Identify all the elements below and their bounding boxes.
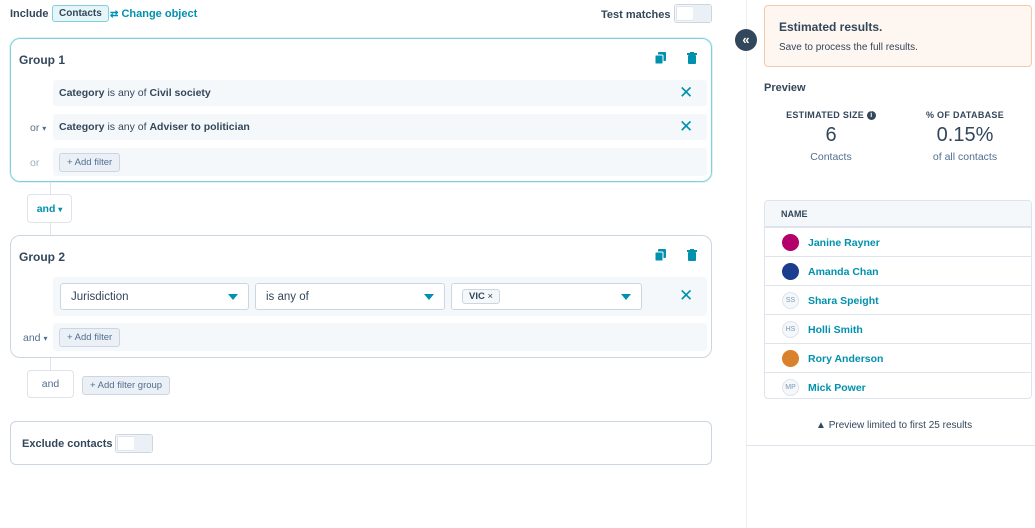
toggle-knob	[676, 6, 694, 21]
toggle-knob	[117, 436, 135, 451]
property-select-value: Jurisdiction	[71, 291, 129, 303]
table-row: HS Holli Smith	[765, 314, 1031, 343]
database-pct-value: 0.15%	[936, 124, 994, 146]
add-filter-row: + Add filter	[53, 323, 707, 351]
table-row: Rory Anderson	[765, 343, 1031, 372]
or-label: or	[30, 157, 40, 169]
divider	[746, 445, 1035, 446]
avatar: SS	[782, 292, 799, 309]
trash-icon[interactable]	[687, 249, 697, 264]
and-button[interactable]: and	[27, 370, 74, 398]
contact-name-link[interactable]: Amanda Chan	[808, 266, 879, 278]
chevron-down-icon	[621, 294, 631, 300]
or-dropdown[interactable]: or ▾	[30, 122, 46, 134]
avatar	[782, 263, 799, 280]
filter-text: Category is any of Civil society	[59, 87, 211, 99]
add-filter-button[interactable]: + Add filter	[59, 153, 121, 172]
group-1-title: Group 1	[19, 53, 66, 67]
property-select[interactable]: Jurisdiction	[60, 283, 249, 310]
value-select[interactable]: VIC ×	[451, 283, 642, 310]
contact-name-link[interactable]: Shara Speight	[808, 295, 879, 307]
object-chip[interactable]: Contacts	[52, 5, 109, 22]
add-filter-row: + Add filter	[53, 148, 707, 176]
copy-icon[interactable]	[654, 249, 666, 264]
connector-line	[50, 182, 51, 194]
estimated-size-stat: ESTIMATED SIZE i 6 Contacts	[764, 110, 898, 163]
add-filter-group-button[interactable]: + Add filter group	[82, 376, 171, 395]
collapse-panel-icon[interactable]: «	[735, 29, 757, 51]
exclude-label: Exclude contacts	[22, 438, 113, 450]
test-matches-label: Test matches	[601, 9, 671, 21]
add-filter-button[interactable]: + Add filter	[59, 328, 121, 347]
and-dropdown[interactable]: and ▾	[23, 332, 47, 344]
value-tag[interactable]: VIC ×	[462, 289, 501, 304]
table-header-name: NAME	[765, 201, 1031, 227]
exclude-section: Exclude contacts	[10, 421, 712, 465]
alert-body: Save to process the full results.	[779, 42, 918, 53]
info-icon[interactable]: i	[866, 111, 876, 121]
filter-row[interactable]: Category is any of Adviser to politician…	[53, 114, 707, 140]
table-row: SS Shara Speight	[765, 285, 1031, 314]
connector-line	[50, 223, 51, 235]
close-icon[interactable]: ✕	[679, 84, 693, 101]
chevron-down-icon: ▾	[58, 205, 63, 214]
contact-name-link[interactable]: Mick Power	[808, 382, 866, 394]
contact-name-link[interactable]: Holli Smith	[808, 324, 863, 336]
alert-title: Estimated results.	[779, 20, 883, 34]
close-icon[interactable]: ✕	[679, 118, 693, 135]
avatar: HS	[782, 321, 799, 338]
database-pct-label: % OF DATABASE	[925, 110, 1005, 120]
chevron-down-icon: ▾	[42, 124, 47, 133]
estimated-size-unit: Contacts	[810, 151, 852, 164]
operator-select-value: is any of	[266, 291, 309, 303]
test-matches-toggle[interactable]	[674, 4, 712, 23]
contact-name-link[interactable]: Rory Anderson	[808, 353, 883, 365]
operator-select[interactable]: is any of	[255, 283, 445, 310]
preview-table: NAME Janine Rayner Amanda Chan SS Shara Spe…	[764, 200, 1032, 399]
filter-text: Category is any of Adviser to politician	[59, 121, 250, 133]
group-2-title: Group 2	[19, 250, 66, 264]
swap-icon: ⇄	[110, 9, 119, 20]
estimated-size-value: 6	[825, 124, 837, 147]
database-pct-unit: of all contacts	[932, 151, 998, 163]
avatar	[782, 234, 799, 251]
filter-row: Jurisdiction is any of VIC × ✕	[53, 277, 707, 316]
close-icon[interactable]: ✕	[679, 287, 693, 304]
change-object-label: Change object	[121, 8, 198, 20]
filter-group-2: Group 2 Jurisdiction is any of VIC × ✕ a…	[10, 235, 712, 358]
filter-row[interactable]: Category is any of Civil society ✕	[53, 80, 707, 106]
table-row: MP Mick Power	[765, 372, 1031, 401]
contact-name-link[interactable]: Janine Rayner	[808, 237, 880, 249]
table-row: Janine Rayner	[765, 227, 1031, 256]
chevron-down-icon	[228, 294, 238, 300]
filter-group-1: Group 1 Category is any of Civil society…	[10, 38, 712, 182]
and-dropdown[interactable]: and ▾	[27, 194, 72, 223]
chevron-down-icon	[424, 294, 434, 300]
table-row: Amanda Chan	[765, 256, 1031, 285]
exclude-toggle[interactable]	[115, 434, 153, 453]
estimate-alert: Estimated results. Save to process the f…	[764, 5, 1032, 67]
chevron-down-icon: ▾	[43, 334, 48, 343]
toggle-track	[134, 435, 152, 452]
change-object-link[interactable]: ⇄ Change object	[110, 8, 197, 20]
copy-icon[interactable]	[654, 52, 666, 67]
database-pct-stat: % OF DATABASE 0.15% of all contacts	[898, 110, 1032, 163]
estimated-size-label: ESTIMATED SIZE i	[764, 110, 898, 121]
connector-line	[50, 358, 51, 370]
avatar	[782, 350, 799, 367]
warning-icon: ▲	[816, 420, 826, 431]
toggle-track	[693, 5, 711, 22]
trash-icon[interactable]	[687, 52, 697, 67]
avatar: MP	[782, 379, 799, 396]
close-icon[interactable]: ×	[487, 291, 493, 302]
limit-note: ▲ Preview limited to first 25 results	[816, 420, 973, 431]
include-label: Include	[10, 8, 49, 20]
preview-heading: Preview	[764, 82, 806, 94]
